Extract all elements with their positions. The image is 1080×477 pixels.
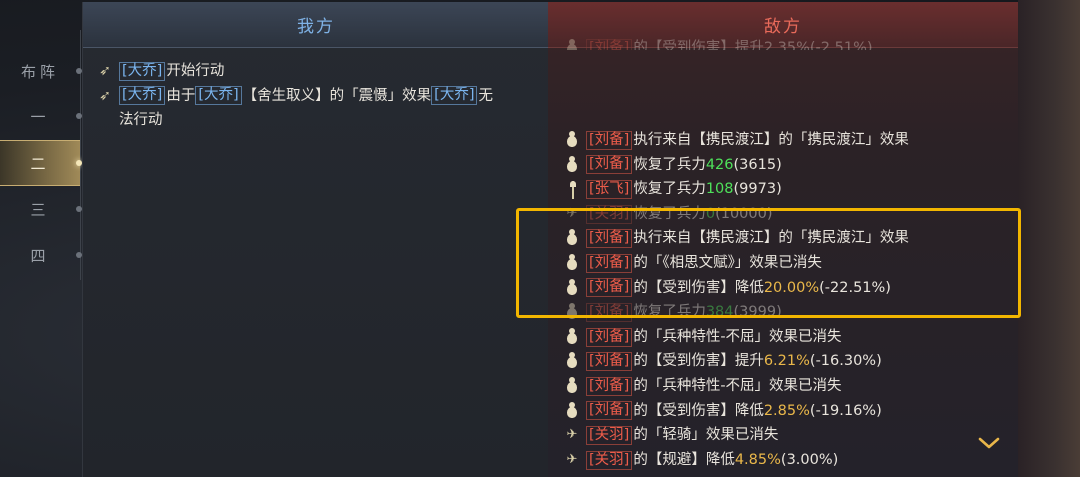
tab-label: 三 [30, 200, 50, 219]
unit-name[interactable]: [大乔] [119, 86, 166, 106]
unit-name[interactable]: [刘备] [586, 130, 633, 150]
log-text: 恢复了兵力 [633, 156, 706, 173]
percent-value: 6.21% [763, 353, 810, 370]
gourd-icon [566, 155, 578, 173]
unit-name[interactable]: [大乔] [119, 61, 166, 81]
unit-name[interactable]: [大乔] [431, 86, 478, 106]
heal-value: 426 [705, 156, 734, 173]
log-text: 的「轻骑」效果已消失 [633, 427, 779, 444]
gourd-icon [566, 352, 578, 369]
log-text: (9973) [733, 181, 782, 198]
highlight-box [516, 208, 1021, 318]
log-text: 的【受到伤害】降低 [633, 402, 764, 419]
log-text: 的「兵种特性-不屈」效果已消失 [633, 377, 842, 394]
chevron-down-icon[interactable] [978, 436, 1000, 450]
unit-name[interactable]: [大乔] [195, 86, 242, 106]
log-text: 法行动 [119, 112, 163, 129]
enemy-title: 敌方 [764, 17, 802, 37]
log-text: 由于 [166, 87, 196, 104]
log-text: (-19.16%) [809, 402, 882, 419]
unit-name[interactable]: [刘备] [586, 376, 633, 396]
log-line: [刘备] 的【受到伤害】提升 6.21% (-16.30%) [564, 349, 909, 374]
log-top-cut-line: [刘备] 的【受到伤害】提升2.35%(-2.51%) [564, 36, 873, 50]
tab-label: 四 [30, 246, 50, 265]
log-line: ✈ [关羽] 的【规避】降低 4.85% (3.00%) [564, 448, 909, 473]
unit-name[interactable]: [刘备] [586, 327, 633, 347]
unit-name[interactable]: [关羽] [586, 450, 633, 470]
log-line: [刘备] 执行来自【携民渡江】的「携民渡江」效果 [564, 128, 909, 153]
log-text: 的【规避】降低 [633, 451, 735, 468]
background-art [1018, 0, 1080, 477]
log-line: [刘备] 的「兵种特性-不屈」效果已消失 [564, 325, 909, 350]
ally-battle-log[interactable]: ➶ [大乔] 开始行动 ➶ [大乔] 由于 [大乔] 【舍生取义】的「震慑」效果 [大乔] 无法行… [97, 59, 493, 133]
log-text: 执行来自【携民渡江】的「携民渡江」效果 [633, 132, 909, 148]
tab-round-2[interactable]: 二 [0, 140, 82, 186]
ally-panel: 我方 ➶ [大乔] 开始行动 ➶ [大乔] 由于 [大乔] 【舍生取义】的「震慑」效果 [大乔]… [82, 2, 549, 477]
log-line: [刘备] 的「兵种特性-不屈」效果已消失 [564, 374, 909, 399]
unit-name[interactable]: [张飞] [586, 179, 633, 199]
heal-value: 108 [705, 181, 734, 198]
bow-icon: ➶ [99, 87, 111, 104]
log-text: 的「兵种特性-不屈」效果已消失 [633, 328, 842, 345]
log-text: 的【受到伤害】提升2.35%(-2.51%) [633, 40, 873, 50]
log-line: [刘备] 的【受到伤害】降低 2.85% (-19.16%) [564, 399, 909, 424]
log-line: ➶ [大乔] 由于 [大乔] 【舍生取义】的「震慑」效果 [大乔] 无 [97, 84, 493, 109]
tab-round-4[interactable]: 四 [0, 232, 82, 278]
log-text: 开始行动 [166, 63, 225, 79]
log-line: [张飞] 恢复了兵力 108 (9973) [564, 177, 909, 202]
log-text: (3.00%) [780, 451, 839, 468]
cavalry-icon: ✈ [566, 451, 578, 467]
tab-label: 一 [30, 107, 50, 126]
round-tabs: 布阵 一 二 三 四 [0, 0, 82, 477]
unit-name[interactable]: [关羽] [586, 425, 633, 445]
log-line: ✈ [关羽] 的「轻骑」效果已消失 [564, 423, 909, 448]
log-text: (3615) [733, 156, 782, 173]
log-text: 【舍生取义】的「震慑」效果 [242, 87, 432, 104]
percent-value: 4.85% [734, 451, 781, 468]
cavalry-icon: ✈ [566, 427, 578, 443]
gourd-icon [566, 401, 578, 419]
unit-name[interactable]: [刘备] [586, 38, 633, 50]
tab-formation[interactable]: 布阵 [0, 48, 82, 94]
tab-round-1[interactable]: 一 [0, 93, 82, 139]
ally-title: 我方 [297, 17, 335, 37]
gourd-icon [566, 327, 578, 345]
log-line: [刘备] 恢复了兵力 426 (3615) [564, 153, 909, 178]
log-line: ➶ [大乔] 开始行动 [97, 59, 493, 84]
log-line: 法行动 [97, 108, 493, 133]
log-text: 的【受到伤害】提升 [633, 353, 764, 370]
log-text: 恢复了兵力 [633, 181, 706, 198]
percent-value: 2.85% [763, 402, 810, 419]
tab-round-3[interactable]: 三 [0, 186, 82, 232]
unit-name[interactable]: [刘备] [586, 352, 633, 372]
bow-icon: ➶ [99, 63, 111, 79]
log-text: 无 [478, 87, 493, 104]
spear-icon [570, 181, 576, 200]
unit-name[interactable]: [刘备] [586, 155, 633, 175]
gourd-icon [566, 131, 578, 148]
ally-header: 我方 [83, 2, 549, 48]
tab-label: 布阵 [20, 62, 59, 81]
gourd-icon [566, 376, 578, 394]
unit-name[interactable]: [刘备] [586, 401, 633, 421]
log-text: (-16.30%) [809, 353, 882, 370]
gourd-icon [566, 39, 578, 50]
tab-label: 二 [30, 154, 50, 173]
